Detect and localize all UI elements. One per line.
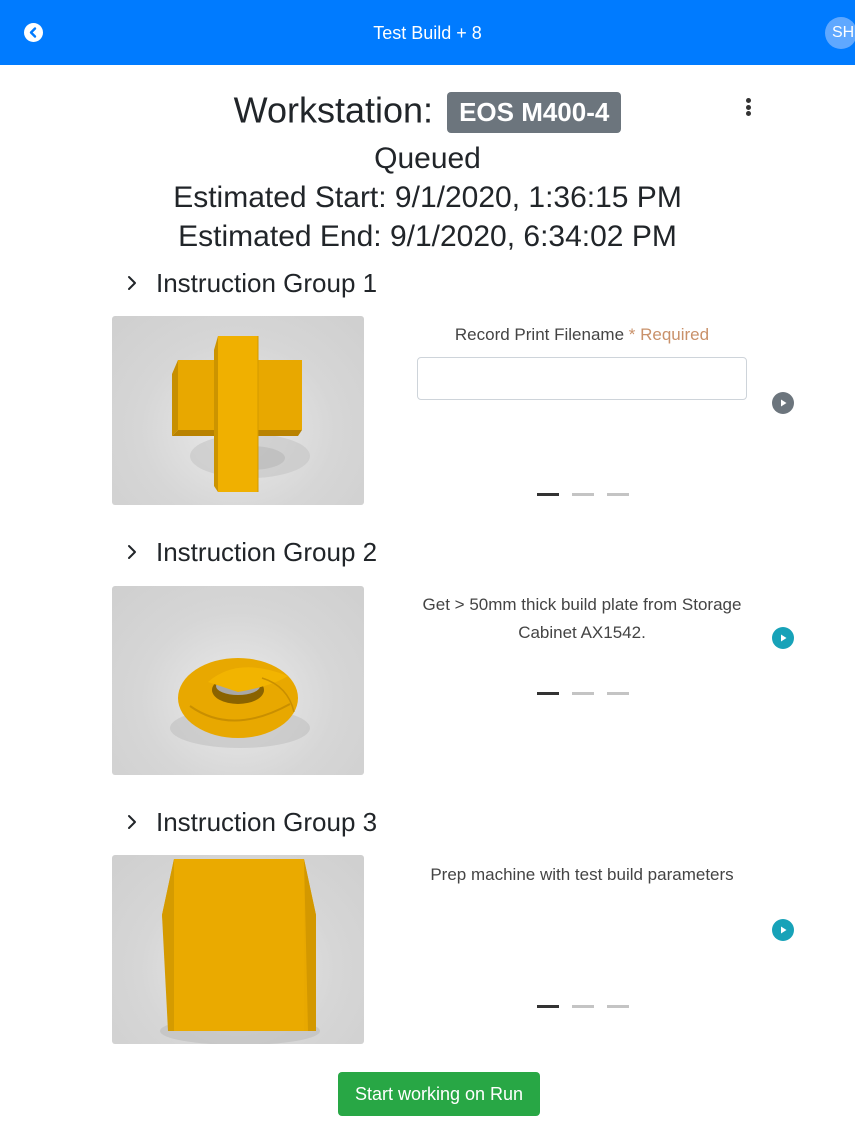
instruction-group-title: Instruction Group 2 <box>156 537 378 567</box>
carousel-dot[interactable] <box>572 692 594 695</box>
carousel-indicators <box>537 692 629 695</box>
model-preview-image <box>112 316 364 505</box>
instruction-group-3-header[interactable]: Instruction Group 3 <box>122 805 377 839</box>
instruction-text: Get > 50mm thick build plate from Storag… <box>422 595 742 642</box>
carousel-dot[interactable] <box>572 493 594 496</box>
carousel-indicators <box>537 1005 629 1008</box>
play-circle-icon[interactable] <box>772 919 794 941</box>
play-circle-icon[interactable] <box>772 392 794 414</box>
workstation-header: Workstation: EOS M400-4 <box>0 86 855 133</box>
instruction-group-1-header[interactable]: Instruction Group 1 <box>122 266 377 300</box>
carousel-dot[interactable] <box>607 1005 629 1008</box>
carousel-indicators <box>537 493 629 496</box>
instruction-text: Prep machine with test build parameters <box>430 865 734 884</box>
carousel-dot[interactable] <box>537 493 559 496</box>
top-navbar: Test Build + 8 SH <box>0 0 855 65</box>
model-preview-image <box>112 586 364 775</box>
instruction-group-title: Instruction Group 3 <box>156 807 378 837</box>
instruction-group-2-header[interactable]: Instruction Group 2 <box>122 535 377 569</box>
workstation-badge: EOS M400-4 <box>447 91 622 133</box>
kebab-menu-icon[interactable] <box>738 96 758 118</box>
run-state: Queued <box>374 142 481 175</box>
instruction-group-title: Instruction Group 1 <box>156 268 378 298</box>
carousel-dot[interactable] <box>537 1005 559 1008</box>
carousel-dot[interactable] <box>607 692 629 695</box>
required-label: * Required <box>628 325 710 344</box>
carousel-dot[interactable] <box>537 692 559 695</box>
estimated-start: Estimated Start: 9/1/2020, 1:36:15 PM <box>173 181 682 214</box>
chevron-right-icon <box>122 542 142 562</box>
carousel-dot[interactable] <box>572 1005 594 1008</box>
workstation-label: Workstation: <box>233 89 434 131</box>
estimated-end: Estimated End: 9/1/2020, 6:34:02 PM <box>178 220 677 253</box>
instruction-label: Record Print Filename <box>454 325 625 344</box>
print-filename-input[interactable] <box>417 357 747 400</box>
user-avatar[interactable]: SH <box>825 17 855 49</box>
page-title: Test Build + 8 <box>373 23 482 43</box>
start-run-button[interactable]: Start working on Run <box>338 1072 540 1116</box>
chevron-right-icon <box>122 273 142 293</box>
instruction-text: Record Print Filename * Required <box>408 321 756 349</box>
model-preview-image <box>112 855 364 1044</box>
carousel-dot[interactable] <box>607 493 629 496</box>
play-circle-icon[interactable] <box>772 627 794 649</box>
chevron-right-icon <box>122 812 142 832</box>
